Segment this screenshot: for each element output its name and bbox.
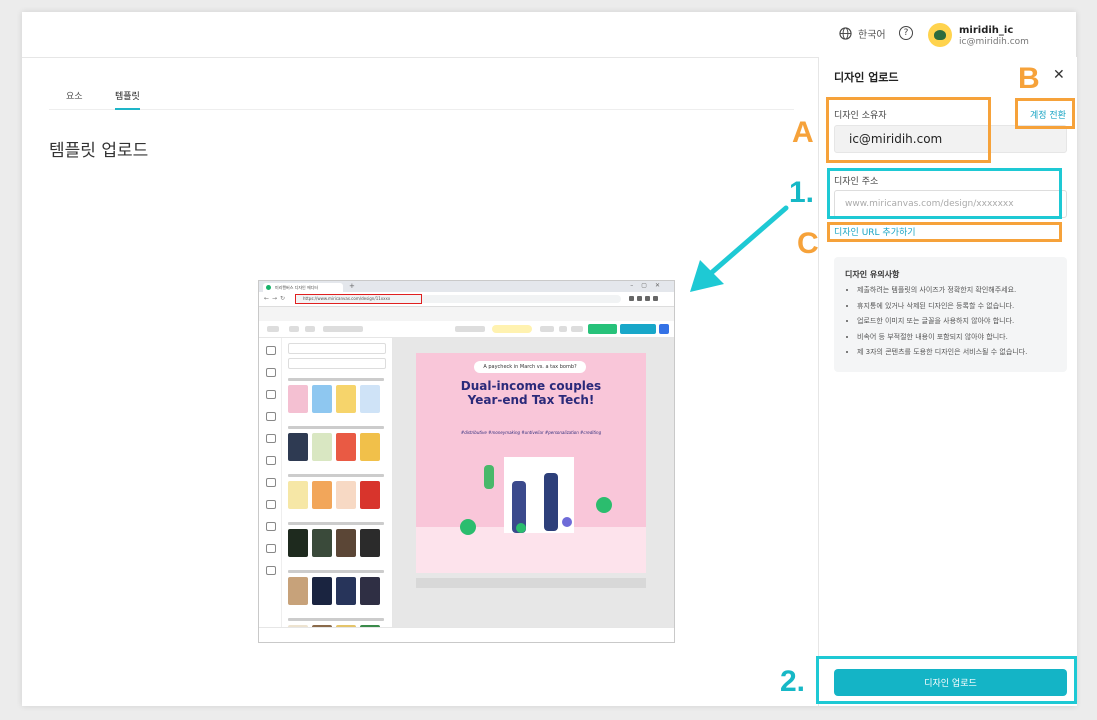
annotation-arrow-icon [690, 205, 789, 292]
